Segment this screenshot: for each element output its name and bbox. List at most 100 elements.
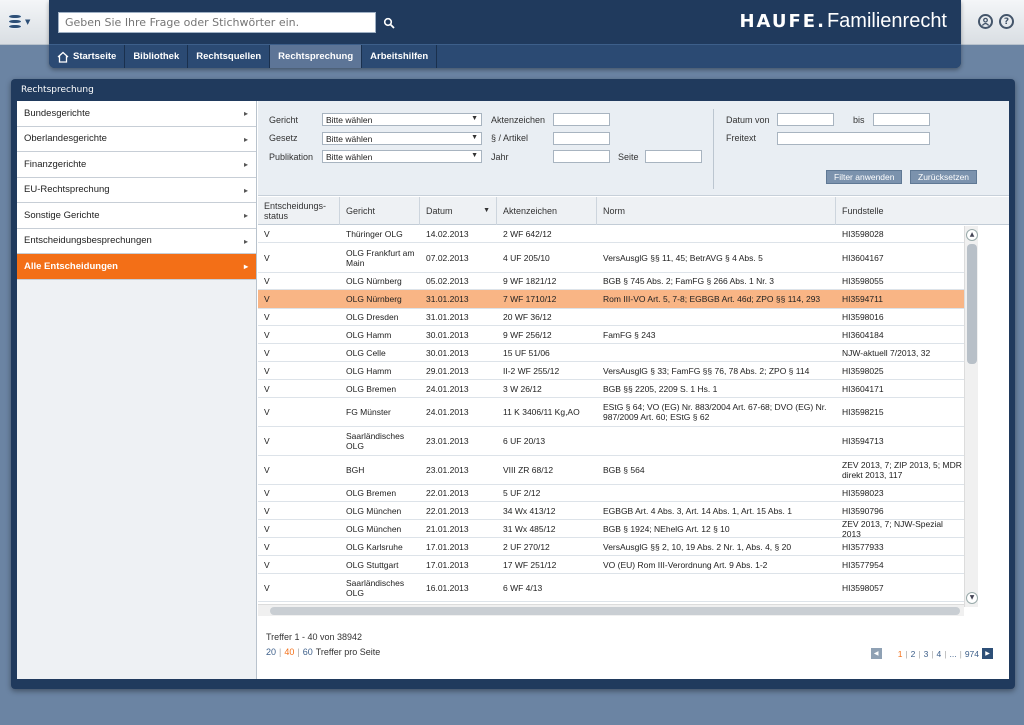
tab-label: Startseite bbox=[73, 51, 117, 62]
table-row[interactable]: V OLG Hamm 30.01.2013 9 WF 256/12 FamFG § 24… bbox=[258, 326, 964, 344]
sidebar-item-bundesgerichte[interactable]: Bundesgerichte ▸ bbox=[17, 101, 256, 127]
search-input[interactable] bbox=[58, 12, 376, 33]
tab-label: Rechtsprechung bbox=[278, 51, 354, 62]
content-area: Gericht Bitte wählen ▼ Gesetz Bitte wähle… bbox=[258, 101, 1009, 679]
apply-filter-button[interactable]: Filter anwenden bbox=[826, 170, 903, 184]
table-row[interactable]: V OLG Bremen 24.01.2013 3 W 26/12 BGB §§ 220… bbox=[258, 380, 964, 398]
cell-gericht: OLG Bremen bbox=[346, 383, 397, 394]
cell-aktenzeichen: 6 WF 4/13 bbox=[503, 582, 543, 593]
scroll-up-icon[interactable]: ▲ bbox=[966, 229, 978, 241]
page-size-option[interactable]: 40 bbox=[284, 647, 294, 657]
cell-fundstelle: HI3594711 bbox=[842, 294, 883, 304]
column-header-datum[interactable]: Datum ▼ bbox=[420, 197, 497, 225]
chevron-down-icon: ▼ bbox=[25, 18, 31, 26]
cell-gericht: OLG Dresden bbox=[346, 312, 399, 322]
tab-startseite[interactable]: Startseite bbox=[49, 45, 126, 68]
gesetz-select[interactable]: Bitte wählen ▼ bbox=[322, 132, 482, 145]
cell-aktenzeichen: 5 UF 2/12 bbox=[503, 488, 541, 498]
artikel-label: § / Artikel bbox=[491, 133, 529, 143]
table-row[interactable]: V FG Münster 24.01.2013 11 K 3406/11 Kg,AO E… bbox=[258, 398, 964, 427]
scroll-thumb[interactable] bbox=[967, 244, 977, 364]
cell-datum: 31.01.2013 bbox=[426, 294, 469, 304]
page-link[interactable]: 2 bbox=[911, 649, 916, 659]
page-size-option[interactable]: 60 bbox=[303, 647, 313, 657]
cell-status: V bbox=[264, 383, 270, 394]
cell-fundstelle: HI3598028 bbox=[842, 229, 884, 239]
database-menu-button[interactable]: ▼ bbox=[8, 10, 40, 34]
table-row[interactable]: V OLG München 22.01.2013 34 Wx 413/12 EGBGB … bbox=[258, 502, 964, 520]
cell-aktenzeichen: II-2 WF 255/12 bbox=[503, 365, 560, 376]
sidebar-item-entscheidungsbesprechungen[interactable]: Entscheidungsbesprechungen ▸ bbox=[17, 228, 256, 254]
cell-norm: Rom III-VO Art. 5, 7-8; EGBGB Art. 46d; … bbox=[603, 294, 821, 304]
previous-page-icon[interactable]: ◀ bbox=[870, 648, 882, 659]
tab-label: Arbeitshilfen bbox=[370, 51, 429, 62]
table-row[interactable]: V OLG Frankfurt am Main 07.02.2013 4 UF 205… bbox=[258, 243, 964, 273]
table-row[interactable]: V OLG Karlsruhe 17.01.2013 2 UF 270/12 VersA… bbox=[258, 538, 964, 556]
seite-input[interactable] bbox=[645, 150, 702, 163]
page-link[interactable]: 4 bbox=[937, 649, 942, 659]
table-row[interactable]: V OLG Celle 30.01.2013 15 UF 51/06 NJW-aktue… bbox=[258, 344, 964, 362]
cell-fundstelle: HI3594713 bbox=[842, 436, 884, 446]
page-link[interactable]: 3 bbox=[924, 649, 929, 659]
sidebar-item-oberlandesgerichte[interactable]: Oberlandesgerichte ▸ bbox=[17, 126, 256, 152]
column-header-norm[interactable]: Norm bbox=[597, 197, 836, 225]
sidebar-item-label: Sonstige Gerichte bbox=[24, 209, 100, 221]
table-row[interactable]: V Thüringer OLG 14.02.2013 2 WF 642/12 HI359… bbox=[258, 226, 964, 243]
gericht-select[interactable]: Bitte wählen ▼ bbox=[322, 113, 482, 126]
vertical-scrollbar[interactable]: ▲ ▼ bbox=[964, 226, 978, 607]
cell-aktenzeichen: 2 WF 642/12 bbox=[503, 229, 552, 239]
table-row[interactable]: V OLG München 21.01.2013 31 Wx 485/12 BGB § … bbox=[258, 519, 964, 539]
column-header-fundstelle[interactable]: Fundstelle bbox=[836, 197, 1009, 225]
column-header-aktenzeichen[interactable]: Aktenzeichen bbox=[497, 197, 597, 225]
datum-von-input[interactable] bbox=[777, 113, 834, 126]
table-row[interactable]: V Saarländisches OLG 16.01.2013 6 WF 4/13 HI… bbox=[258, 574, 964, 602]
sidebar-item-label: Bundesgerichte bbox=[24, 107, 91, 119]
tab-bibliothek[interactable]: Bibliothek bbox=[125, 45, 189, 68]
aktenzeichen-input[interactable] bbox=[553, 113, 610, 126]
cell-gericht: OLG München bbox=[346, 505, 402, 516]
cell-norm: BGB § 745 Abs. 2; FamFG § 266 Abs. 1 Nr.… bbox=[603, 276, 775, 286]
table-row[interactable]: V OLG Nürnberg 05.02.2013 9 WF 1821/12 BGB §… bbox=[258, 273, 964, 290]
tab-label: Bibliothek bbox=[133, 51, 180, 62]
cell-datum: 29.01.2013 bbox=[426, 365, 469, 376]
cell-gericht: FG Münster bbox=[346, 407, 391, 417]
tab-rechtsquellen[interactable]: Rechtsquellen bbox=[188, 45, 271, 68]
column-header-gericht[interactable]: Gericht bbox=[340, 197, 420, 225]
tab-arbeitshilfen[interactable]: Arbeitshilfen bbox=[362, 45, 438, 68]
artikel-input[interactable] bbox=[553, 132, 610, 145]
page-link[interactable]: 1 bbox=[898, 649, 903, 659]
freitext-input[interactable] bbox=[777, 132, 930, 145]
table-row[interactable]: V BGH 23.01.2013 VIII ZR 68/12 BGB § 564 ZEV … bbox=[258, 456, 964, 485]
page-size-option[interactable]: 20 bbox=[266, 647, 276, 657]
table-row[interactable]: V OLG Bremen 22.01.2013 5 UF 2/12 HI3598023 bbox=[258, 485, 964, 502]
page-link[interactable]: 974 bbox=[965, 649, 979, 659]
sidebar-item-eu-rechtsprechung[interactable]: EU-Rechtsprechung ▸ bbox=[17, 177, 256, 203]
table-row[interactable]: V OLG Nürnberg 31.01.2013 7 WF 1710/12 Rom I… bbox=[258, 290, 964, 309]
sidebar-item-finanzgerichte[interactable]: Finanzgerichte ▸ bbox=[17, 152, 256, 178]
help-icon[interactable]: ? bbox=[999, 14, 1014, 29]
next-page-icon[interactable]: ▶ bbox=[982, 648, 993, 659]
chevron-down-icon: ▼ bbox=[471, 115, 478, 122]
sidebar-item-sonstige-gerichte[interactable]: Sonstige Gerichte ▸ bbox=[17, 203, 256, 229]
scroll-down-icon[interactable]: ▼ bbox=[966, 592, 978, 604]
cell-datum: 16.01.2013 bbox=[426, 582, 469, 593]
column-header-status[interactable]: Entscheidungs-status bbox=[258, 197, 340, 225]
tab-rechtsprechung[interactable]: Rechtsprechung bbox=[270, 45, 363, 68]
search-button[interactable] bbox=[377, 11, 401, 34]
sidebar-item-alle-entscheidungen[interactable]: Alle Entscheidungen ▸ bbox=[17, 254, 256, 280]
table-row[interactable]: V OLG Stuttgart 17.01.2013 17 WF 251/12 VO (… bbox=[258, 556, 964, 574]
cell-fundstelle: HI3598215 bbox=[842, 407, 884, 417]
datum-bis-input[interactable] bbox=[873, 113, 930, 126]
cell-datum: 23.01.2013 bbox=[426, 465, 469, 475]
jahr-input[interactable] bbox=[553, 150, 610, 163]
table-row[interactable]: V OLG Hamm 29.01.2013 II-2 WF 255/12 VersAus… bbox=[258, 362, 964, 380]
reset-filter-button[interactable]: Zurücksetzen bbox=[910, 170, 978, 184]
table-row[interactable]: V OLG Dresden 31.01.2013 20 WF 36/12 HI35980… bbox=[258, 309, 964, 326]
table-row[interactable]: V Saarländisches OLG 23.01.2013 6 UF 20/13 H… bbox=[258, 427, 964, 456]
horizontal-scrollbar[interactable] bbox=[258, 604, 964, 616]
chevron-down-icon: ▼ bbox=[471, 152, 478, 159]
publikation-select[interactable]: Bitte wählen ▼ bbox=[322, 150, 482, 163]
scroll-thumb[interactable] bbox=[270, 607, 960, 615]
cell-fundstelle: NJW-aktuell 7/2013, 32 bbox=[842, 347, 931, 358]
user-icon[interactable] bbox=[978, 14, 993, 29]
